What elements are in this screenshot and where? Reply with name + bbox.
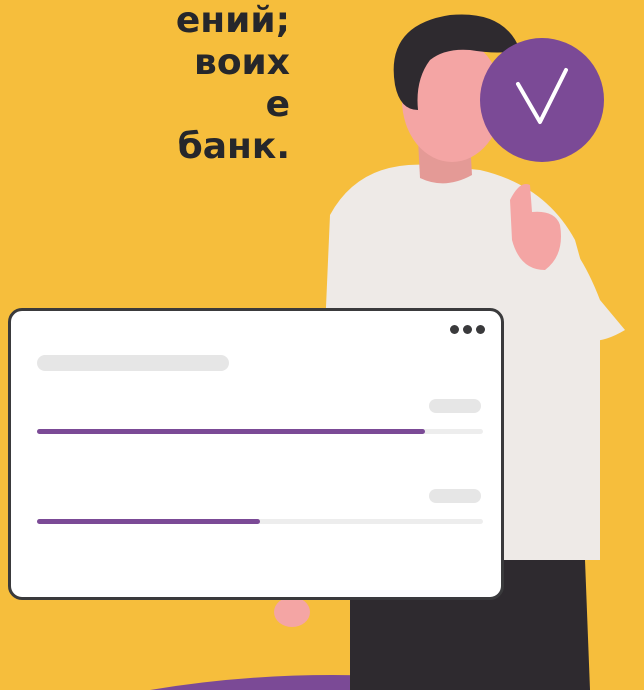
title-placeholder [37, 355, 229, 371]
headline-line: е [265, 84, 290, 125]
headline-line: банк. [177, 126, 290, 167]
progress-card [8, 308, 504, 600]
headline: ений; воих е банк. [0, 0, 290, 168]
more-dots-icon[interactable] [450, 325, 485, 334]
progress-bar [37, 519, 483, 524]
person-left-hand [274, 597, 310, 627]
headline-line: воих [194, 42, 290, 83]
progress-fill [37, 519, 260, 524]
progress-fill [37, 429, 426, 434]
check-badge [480, 38, 604, 162]
value-placeholder [429, 489, 481, 503]
progress-bar [37, 429, 483, 434]
value-placeholder [429, 399, 481, 413]
headline-line: ений; [175, 0, 290, 41]
